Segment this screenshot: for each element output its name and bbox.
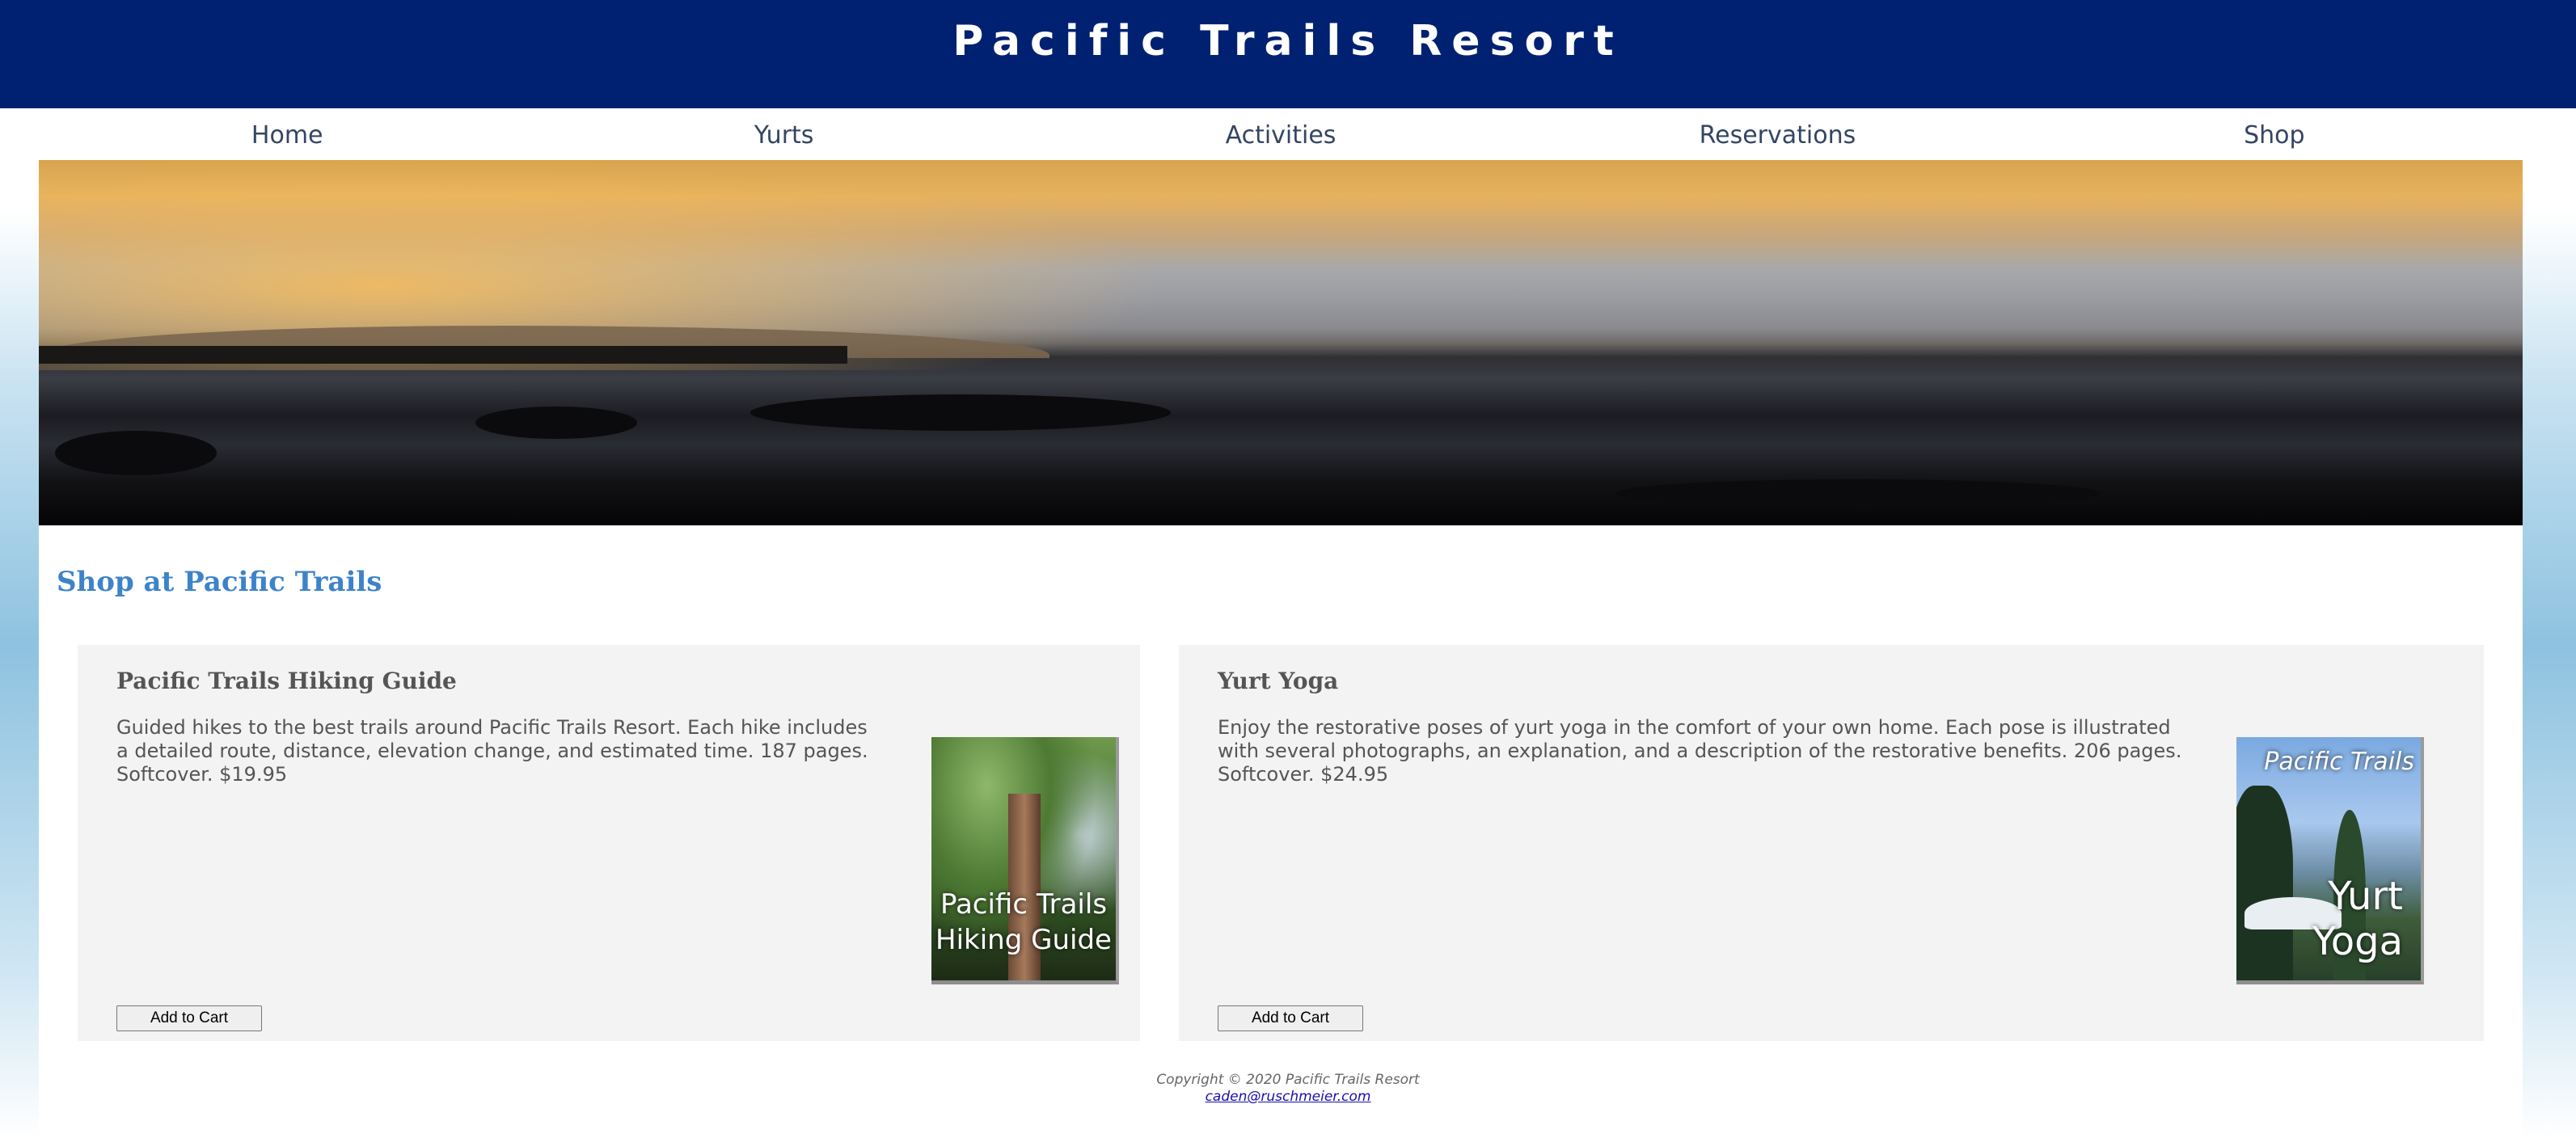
nav-background-right xyxy=(2523,108,2576,160)
rock xyxy=(475,407,637,439)
nav-link-home[interactable]: Home xyxy=(39,108,535,160)
page-heading: Shop at Pacific Trails xyxy=(57,566,382,598)
footer-email-link[interactable]: caden@ruschmeier.com xyxy=(1206,1089,1371,1105)
copyright-text: Copyright © 2020 Pacific Trails Resort xyxy=(1156,1072,1420,1088)
main-nav: Home Yurts Activities Reservations Shop xyxy=(39,108,2523,160)
product-description: Enjoy the restorative poses of yurt yoga… xyxy=(1218,716,2182,786)
nav-link-reservations[interactable]: Reservations xyxy=(1529,108,2025,160)
cover-brand: Pacific Trails xyxy=(2264,748,2414,776)
cover-title-line2: Yoga xyxy=(2312,919,2403,964)
rock xyxy=(750,394,1171,431)
add-to-cart-button[interactable]: Add to Cart xyxy=(116,1005,262,1031)
rock xyxy=(1615,479,2101,508)
product-title: Pacific Trails Hiking Guide xyxy=(116,668,457,694)
nav-link-shop[interactable]: Shop xyxy=(2026,108,2523,160)
cover-title-line1: Pacific Trails xyxy=(940,888,1108,921)
yurt-yoga-cover-image: Pacific Trails Yurt Yoga xyxy=(2236,737,2424,984)
product-card-yurt-yoga: Yurt Yoga Enjoy the restorative poses of… xyxy=(1179,645,2484,1041)
nav-link-activities[interactable]: Activities xyxy=(1033,108,1529,160)
shoreline xyxy=(39,346,847,364)
hiking-guide-cover-image: Pacific Trails Hiking Guide xyxy=(931,737,1119,984)
site-footer: Copyright © 2020 Pacific Trails Resort c… xyxy=(0,1072,2576,1106)
product-title: Yurt Yoga xyxy=(1218,668,1339,694)
nav-background-left xyxy=(0,108,39,160)
site-title: Pacific Trails Resort xyxy=(952,17,1624,65)
cover-title-line2: Hiking Guide xyxy=(935,924,1112,956)
product-description: Guided hikes to the best trails around P… xyxy=(116,716,868,786)
cover-title-line1: Yurt xyxy=(2328,874,2403,919)
main-content: Shop at Pacific Trails Pacific Trails Hi… xyxy=(39,525,2523,1138)
site-header: Pacific Trails Resort xyxy=(0,0,2576,108)
add-to-cart-button[interactable]: Add to Cart xyxy=(1218,1005,1363,1031)
nav-link-yurts[interactable]: Yurts xyxy=(535,108,1032,160)
product-card-hiking-guide: Pacific Trails Hiking Guide Guided hikes… xyxy=(78,645,1140,1041)
rock xyxy=(55,431,217,475)
hero-image-ocean-sunset xyxy=(39,160,2523,525)
